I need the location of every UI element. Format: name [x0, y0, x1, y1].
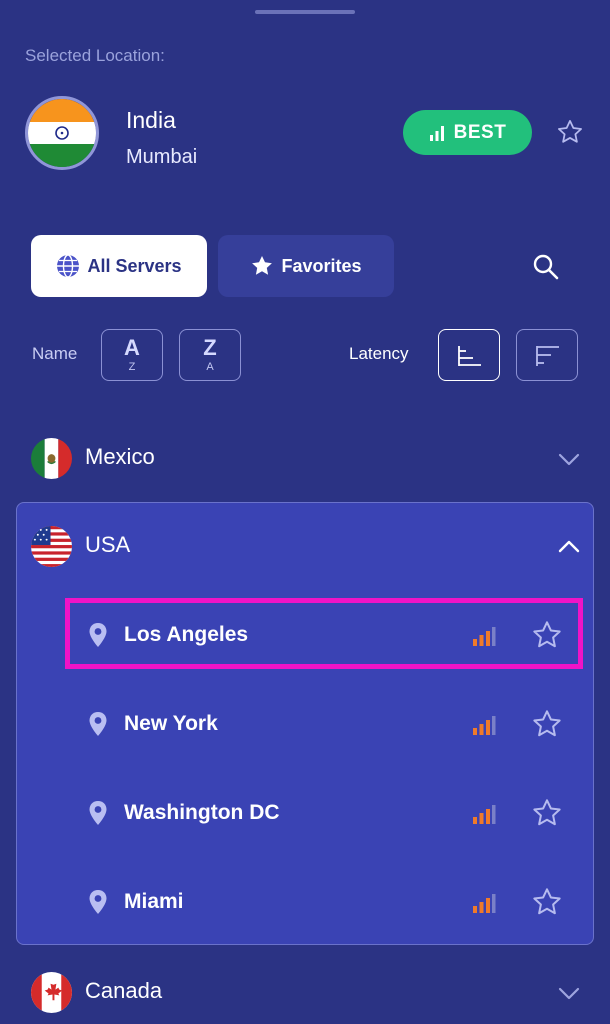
- star-outline-icon[interactable]: [531, 886, 563, 918]
- location-pin-icon: [89, 712, 107, 736]
- location-pin-icon: [89, 890, 107, 914]
- tab-favorites[interactable]: Favorites: [218, 235, 394, 297]
- sort-name-za-button[interactable]: Z A: [179, 329, 241, 381]
- chevron-down-icon: [558, 453, 580, 466]
- city-row-washington-dc[interactable]: Washington DC: [0, 784, 610, 844]
- sort-name-label: Name: [32, 344, 78, 363]
- country-row-mexico[interactable]: Mexico: [0, 428, 610, 488]
- city-name: New York: [124, 712, 218, 735]
- country-row-usa[interactable]: USA: [0, 516, 610, 576]
- tab-favorites-label: Favorites: [281, 255, 362, 276]
- star-outline-icon[interactable]: [531, 797, 563, 829]
- sort-name-az-button[interactable]: A Z: [101, 329, 163, 381]
- india-flag-icon: [25, 96, 99, 170]
- sort-descending-icon: [536, 346, 559, 366]
- country-name: Canada: [85, 978, 163, 1003]
- location-pin-icon: [89, 801, 107, 825]
- sort-latency-ascending-button[interactable]: [438, 329, 500, 381]
- signal-strength-icon: [473, 894, 496, 913]
- sort-az-big: A: [124, 335, 140, 360]
- search-icon: [533, 254, 559, 280]
- country-name: USA: [85, 532, 131, 557]
- sort-ascending-icon: [458, 346, 481, 366]
- globe-icon: [57, 254, 80, 278]
- sort-latency-label: Latency: [349, 344, 409, 363]
- best-badge-label: BEST: [453, 121, 507, 143]
- sheet-drag-handle[interactable]: [255, 10, 355, 14]
- city-row-new-york[interactable]: New York: [0, 695, 610, 755]
- sort-za-small: A: [206, 361, 214, 373]
- mexico-flag-icon: [31, 438, 72, 479]
- sort-az-small: Z: [128, 361, 136, 373]
- selected-country: India: [126, 107, 176, 133]
- star-outline-icon: [558, 120, 582, 143]
- favorite-selected-button[interactable]: [555, 117, 585, 147]
- highlight-box-los-angeles: [65, 598, 583, 669]
- star-outline-icon[interactable]: [531, 708, 563, 740]
- city-name: Washington DC: [124, 801, 280, 824]
- signal-strength-icon: [473, 716, 496, 735]
- sort-latency-descending-button[interactable]: [516, 329, 578, 381]
- country-name: Mexico: [85, 444, 155, 469]
- country-row-canada[interactable]: Canada: [0, 962, 610, 1022]
- chevron-up-icon: [558, 540, 580, 553]
- best-badge: BEST: [403, 110, 532, 155]
- tab-all-servers[interactable]: All Servers: [31, 235, 207, 297]
- usa-flag-icon: [31, 526, 72, 567]
- signal-strength-icon: [473, 805, 496, 824]
- selected-city: Mumbai: [126, 146, 198, 168]
- chevron-down-icon: [558, 987, 580, 1000]
- sort-za-big: Z: [203, 335, 217, 360]
- tab-all-servers-label: All Servers: [87, 255, 182, 276]
- canada-flag-icon: [31, 972, 72, 1013]
- search-button[interactable]: [530, 251, 562, 283]
- city-name: Miami: [124, 890, 184, 913]
- city-row-miami[interactable]: Miami: [0, 873, 610, 933]
- star-filled-icon: [252, 256, 273, 275]
- signal-icon: [429, 125, 444, 141]
- selected-location-label: Selected Location:: [25, 46, 165, 65]
